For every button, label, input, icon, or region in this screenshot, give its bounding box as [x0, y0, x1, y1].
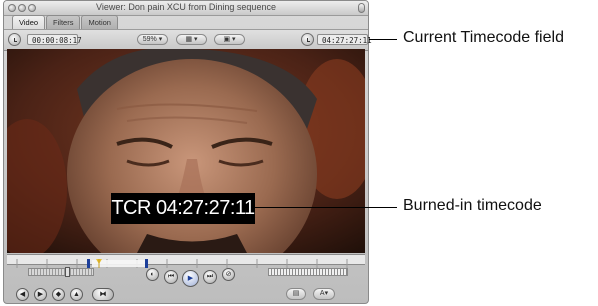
tab-bar: Video Filters Motion	[12, 15, 119, 29]
mark-in-icon: ◀	[19, 291, 26, 298]
chevron-down-icon: ▾	[194, 36, 198, 43]
transport-controls: ◐ ⏮ ▶ ⏭ ⊘ ◀ ▶ ◆ ▲ ⧓ ▤ A▾	[4, 264, 368, 304]
current-timecode-field[interactable]: 04:27:27:11	[317, 34, 372, 45]
recent-clips-popup[interactable]: ▤	[286, 288, 306, 300]
mark-out-icon: ▶	[37, 291, 44, 298]
match-frame-icon: ⧓	[99, 291, 107, 298]
keyframe-icon: ▲	[73, 291, 80, 298]
callout-burned-in-timecode: Burned-in timecode	[403, 197, 542, 214]
callout-line-current-timecode	[369, 39, 397, 40]
viewer-toolbar: 00:00:08:17 59% ▾ ▦ ▾ ▣ ▾ 04:27:27:11	[4, 29, 372, 51]
generator-icon: A▾	[319, 290, 329, 297]
window-title: Viewer: Don pain XCU from Dining sequenc…	[96, 2, 276, 12]
play-icon: ▶	[187, 275, 194, 282]
burned-in-timecode: TCR 04:27:27:11	[111, 193, 255, 224]
previous-edit-icon: ⏮	[167, 273, 175, 280]
generator-popup[interactable]: A▾	[313, 288, 335, 300]
view-mode-popup[interactable]: ▦ ▾	[176, 34, 207, 45]
tab-video[interactable]: Video	[12, 15, 46, 29]
play-in-to-out-button[interactable]: ◐	[146, 268, 159, 281]
tab-motion[interactable]: Motion	[81, 15, 118, 29]
marker-icon: ◆	[55, 291, 62, 298]
zoom-value: 59%	[142, 36, 157, 43]
mark-in-button[interactable]: ◀	[16, 288, 29, 301]
go-to-previous-edit-button[interactable]: ⏮	[164, 270, 178, 284]
play-around-current-button[interactable]: ⊘	[222, 268, 235, 281]
match-frame-button[interactable]: ⧓	[92, 288, 114, 301]
current-time-clock-icon	[301, 33, 314, 46]
play-button[interactable]: ▶	[182, 270, 199, 287]
callout-line-burned-in	[251, 207, 397, 208]
timecode-duration-field[interactable]: 00:00:08:17	[27, 34, 82, 45]
filmstrip-icon: ▦	[185, 36, 193, 43]
display-options-popup[interactable]: ▣ ▾	[214, 34, 245, 45]
tab-filters[interactable]: Filters	[46, 15, 81, 29]
toolbar-toggle-icon[interactable]	[358, 3, 365, 13]
add-keyframe-button[interactable]: ▲	[70, 288, 83, 301]
jog-handle-icon[interactable]	[65, 267, 70, 277]
callout-current-timecode-field: Current Timecode field	[403, 29, 564, 46]
play-around-icon: ⊘	[225, 271, 232, 278]
play-in-out-icon: ◐	[150, 271, 155, 278]
title-bar[interactable]: Viewer: Don pain XCU from Dining sequenc…	[4, 1, 368, 16]
add-marker-button[interactable]: ◆	[52, 288, 65, 301]
chevron-down-icon: ▾	[158, 36, 163, 43]
next-edit-icon: ⏭	[206, 273, 214, 280]
zoom-popup[interactable]: 59% ▾	[137, 34, 168, 45]
jog-control[interactable]	[28, 267, 94, 277]
video-canvas[interactable]: TCR 04:27:27:11	[7, 49, 365, 253]
chevron-down-icon: ▾	[232, 36, 236, 43]
viewer-window: Viewer: Don pain XCU from Dining sequenc…	[3, 0, 372, 304]
go-to-next-edit-button[interactable]: ⏭	[203, 270, 217, 284]
mark-out-button[interactable]: ▶	[34, 288, 47, 301]
frame-icon: ▣	[223, 36, 231, 43]
shuttle-control[interactable]	[268, 268, 348, 276]
duration-clock-icon	[8, 33, 21, 46]
recent-clips-icon: ▤	[292, 290, 300, 297]
